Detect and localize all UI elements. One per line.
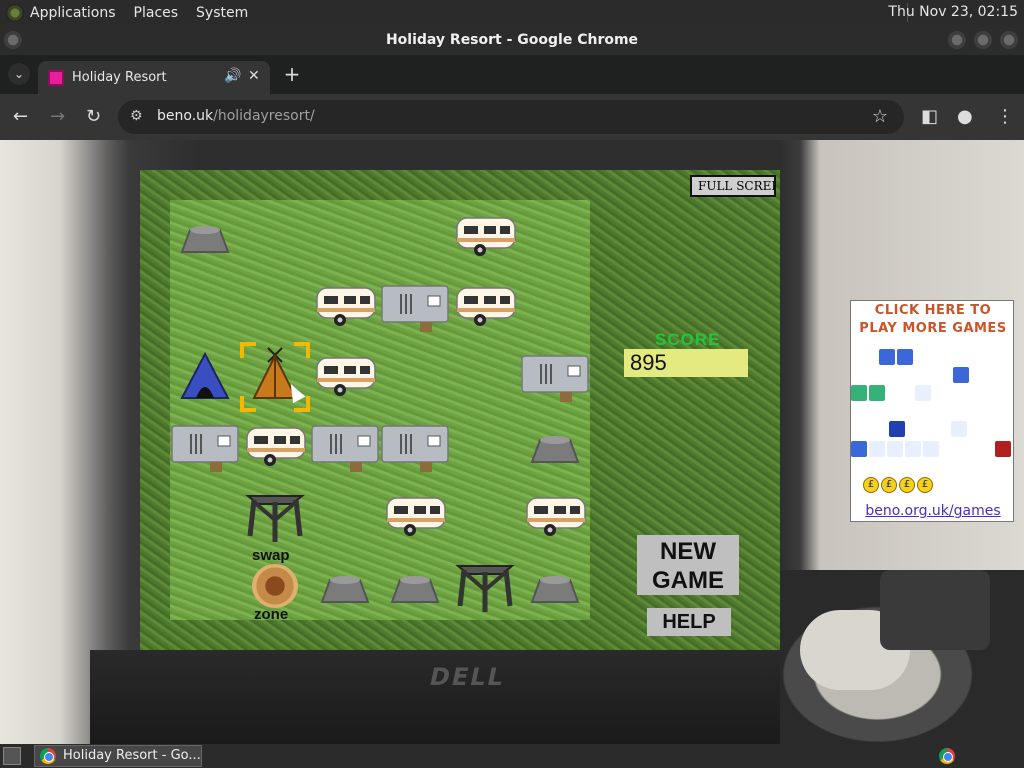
ad-player-icon xyxy=(889,421,905,437)
game-canvas[interactable]: FULL SCREEN xyxy=(140,170,780,650)
mobile-home-piece[interactable] xyxy=(170,410,240,480)
menu-places[interactable]: Places xyxy=(134,5,179,21)
held-tower-piece[interactable] xyxy=(240,480,310,550)
rock-piece[interactable] xyxy=(310,550,380,620)
new-game-line-1: NEW xyxy=(660,538,716,565)
full-screen-button[interactable]: FULL SCREEN xyxy=(690,175,776,197)
favicon-icon xyxy=(48,70,64,86)
clock[interactable]: Thu Nov 23, 02:15 xyxy=(888,4,1018,20)
window-title-bar: Holiday Resort - Google Chrome xyxy=(0,25,1024,55)
mobile-home-piece[interactable] xyxy=(380,270,450,340)
url-text: beno.uk/holidayresort/ xyxy=(157,108,315,124)
ad-coin-icon: £ xyxy=(917,477,933,493)
profile-icon[interactable]: ● xyxy=(957,106,973,127)
swap-label: swap xyxy=(252,547,290,564)
window-menu-icon[interactable] xyxy=(4,31,22,49)
new-game-button[interactable]: NEW GAME xyxy=(637,535,739,595)
system-top-bar: Applications Places System Thu Nov 23, 0… xyxy=(0,0,1024,25)
tent-blue-piece[interactable] xyxy=(170,340,240,410)
tab-strip: ⌄ Holiday Resort 🔊 ✕ + xyxy=(0,55,1024,94)
page-viewport: DELL FULL SCREEN xyxy=(0,140,1024,744)
site-info-icon[interactable]: ⚙ xyxy=(130,108,143,124)
score-label: SCORE xyxy=(655,330,721,349)
ad-enemy-icon xyxy=(995,441,1011,457)
tab-holiday-resort[interactable]: Holiday Resort 🔊 ✕ xyxy=(38,61,270,94)
score-value: 895 xyxy=(624,349,748,377)
caravan-piece[interactable] xyxy=(240,410,310,480)
url-host: beno.uk xyxy=(157,108,214,124)
more-menu-icon[interactable]: ⋮ xyxy=(996,106,1014,127)
ad-block-icon xyxy=(897,349,913,365)
close-window-icon[interactable] xyxy=(1000,31,1018,49)
maximize-icon[interactable] xyxy=(974,31,992,49)
mobile-home-piece[interactable] xyxy=(310,410,380,480)
ad-block-icon xyxy=(953,367,969,383)
ad-block-icon xyxy=(915,385,931,401)
ad-block-icon xyxy=(923,441,939,457)
ad-line-2: PLAY MORE GAMES xyxy=(859,321,1007,336)
minimize-icon[interactable] xyxy=(948,31,966,49)
tab-close-icon[interactable]: ✕ xyxy=(248,68,260,84)
caravan-piece[interactable] xyxy=(310,340,380,410)
ad-line-1: CLICK HERE TO xyxy=(874,303,992,318)
laptop-brand-logo: DELL xyxy=(427,663,508,691)
caravan-piece[interactable] xyxy=(520,480,590,550)
browser-toolbar: ← → ↻ ⚙ beno.uk/holidayresort/ ☆ ◧ ● ⋮ xyxy=(0,94,1024,140)
ad-block-icon xyxy=(887,441,903,457)
ad-block-icon xyxy=(951,421,967,437)
ad-block-icon xyxy=(851,385,867,401)
tab-search-chevron-icon[interactable]: ⌄ xyxy=(8,63,30,85)
back-arrow-icon[interactable]: ← xyxy=(13,106,28,127)
swap-zone-bear-icon[interactable] xyxy=(252,564,298,608)
distro-logo-icon[interactable] xyxy=(6,3,24,22)
rock-piece[interactable] xyxy=(520,550,590,620)
taskbar-chrome-window[interactable]: Holiday Resort - Go... xyxy=(34,745,202,767)
mobile-home-piece[interactable] xyxy=(380,410,450,480)
bookmark-star-icon[interactable]: ☆ xyxy=(872,106,888,127)
selection-cursor xyxy=(240,342,310,412)
new-game-line-2: GAME xyxy=(652,567,724,594)
more-games-ad[interactable]: CLICK HERE TO PLAY MORE GAMES £ £ £ £ be… xyxy=(850,300,1014,522)
rock-piece[interactable] xyxy=(170,200,240,270)
mobile-home-piece[interactable] xyxy=(520,340,590,410)
reload-icon[interactable]: ↻ xyxy=(86,106,101,127)
address-bar[interactable]: ⚙ beno.uk/holidayresort/ ☆ xyxy=(118,100,904,134)
tower-piece[interactable] xyxy=(450,550,520,620)
caravan-piece[interactable] xyxy=(450,270,520,340)
ad-block-icon xyxy=(879,349,895,365)
background-device xyxy=(880,570,990,650)
chrome-icon xyxy=(40,748,56,764)
url-path: /holidayresort/ xyxy=(213,108,315,124)
zone-label: zone xyxy=(254,606,289,623)
ad-block-icon xyxy=(869,441,885,457)
caravan-piece[interactable] xyxy=(450,200,520,270)
ad-coin-icon: £ xyxy=(899,477,915,493)
ad-coin-icon: £ xyxy=(881,477,897,493)
menu-applications[interactable]: Applications xyxy=(30,5,116,21)
bottom-taskbar: Holiday Resort - Go... xyxy=(0,744,1024,768)
rock-piece[interactable] xyxy=(380,550,450,620)
show-desktop-icon[interactable] xyxy=(3,747,21,765)
tab-title: Holiday Resort xyxy=(72,70,167,85)
side-panel-icon[interactable]: ◧ xyxy=(921,106,938,127)
tab-audio-icon[interactable]: 🔊 xyxy=(224,68,241,84)
caravan-piece[interactable] xyxy=(380,480,450,550)
tray-chrome-icon[interactable] xyxy=(939,748,955,764)
ad-block-icon xyxy=(869,385,885,401)
ad-link[interactable]: beno.org.uk/games xyxy=(851,503,1013,519)
menu-system[interactable]: System xyxy=(196,5,248,21)
ad-block-icon xyxy=(851,441,867,457)
taskbar-window-title: Holiday Resort - Go... xyxy=(63,748,201,763)
ad-block-icon xyxy=(905,441,921,457)
rock-piece[interactable] xyxy=(520,410,590,480)
new-tab-plus-icon[interactable]: + xyxy=(280,63,304,87)
caravan-piece[interactable] xyxy=(310,270,380,340)
forward-arrow-icon[interactable]: → xyxy=(50,106,65,127)
window-title: Holiday Resort - Google Chrome xyxy=(385,32,639,48)
ad-coin-icon: £ xyxy=(863,477,879,493)
help-button[interactable]: HELP xyxy=(647,608,731,636)
